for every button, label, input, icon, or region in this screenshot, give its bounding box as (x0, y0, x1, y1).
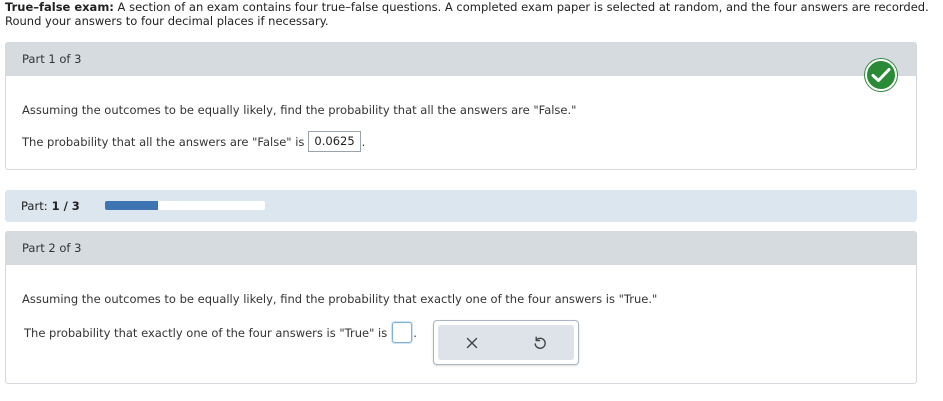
problem-statement: True–false exam: A section of an exam co… (5, 0, 935, 28)
part1-answer-suffix: . (361, 134, 366, 149)
progress-track (105, 201, 265, 210)
part2-panel: Part 2 of 3 Assuming the outcomes to be … (5, 231, 917, 384)
part1-question: Assuming the outcomes to be equally like… (22, 103, 577, 117)
progress-fill (105, 201, 159, 210)
part1-panel: Part 1 of 3 Assuming the outcomes to be … (5, 42, 917, 170)
part1-header: Part 1 of 3 (6, 43, 916, 76)
problem-title: True–false exam: (5, 0, 114, 14)
progress-label: Part: 1 / 3 (21, 199, 80, 213)
part1-answer-row: The probability that all the answers are… (22, 131, 365, 152)
checkmark-icon (865, 59, 897, 91)
undo-icon[interactable] (525, 329, 555, 357)
part2-answer-field[interactable] (392, 322, 413, 343)
part2-header: Part 2 of 3 (6, 232, 916, 265)
progress-label-text: Part: (21, 199, 48, 213)
clear-x-icon[interactable] (457, 329, 487, 357)
part1-answer-prefix: The probability that all the answers are… (22, 134, 305, 149)
part2-answer-suffix: . (413, 325, 417, 340)
part2-answer-row: The probability that exactly one of the … (24, 322, 417, 343)
part2-question: Assuming the outcomes to be equally like… (22, 292, 658, 306)
answer-toolbox (433, 320, 579, 365)
progress-row: Part: 1 / 3 (5, 190, 917, 222)
toolbox-inner (438, 325, 574, 360)
problem-text: A section of an exam contains four true–… (5, 0, 929, 28)
part1-answer-field[interactable]: 0.0625 (308, 131, 361, 152)
progress-value: 1 / 3 (51, 199, 80, 213)
part2-answer-prefix: The probability that exactly one of the … (24, 325, 388, 340)
